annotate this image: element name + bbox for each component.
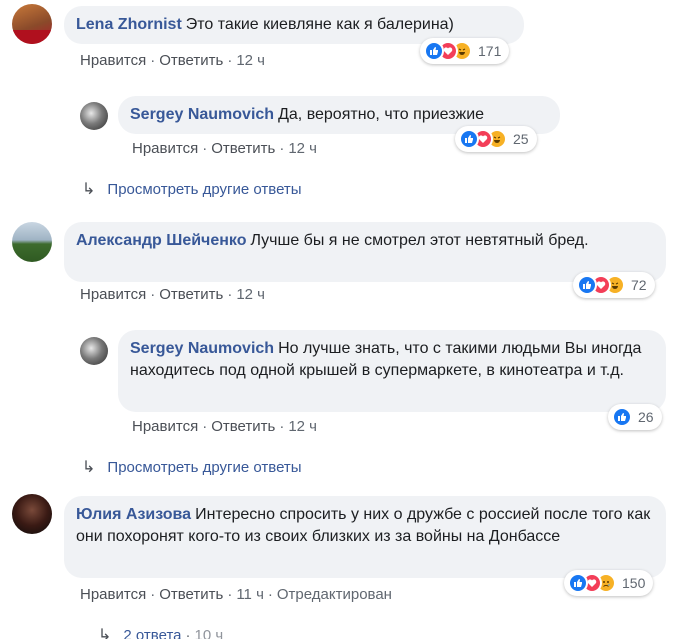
separator: · xyxy=(150,52,156,69)
separator: · xyxy=(202,418,208,435)
like-icon xyxy=(612,407,632,427)
reply-link[interactable]: Ответить xyxy=(159,52,223,69)
reply-arrow-icon: ↳ xyxy=(98,627,112,639)
replies-footer[interactable]: ↳ 2 ответа · 10 ч xyxy=(98,625,223,639)
reply-bubble: Sergey Naumovich Но лучше знать, что с та… xyxy=(118,330,666,412)
like-icon xyxy=(577,275,597,295)
timestamp[interactable]: 12 ч xyxy=(236,286,265,303)
timestamp[interactable]: 11 ч xyxy=(236,586,264,603)
reaction-count: 26 xyxy=(638,409,654,425)
separator: · xyxy=(279,418,285,435)
reaction-summary[interactable]: 171 xyxy=(420,38,510,64)
separator: · xyxy=(150,286,156,303)
separator: · xyxy=(267,586,273,603)
separator: · xyxy=(279,140,285,157)
like-link[interactable]: Нравится xyxy=(80,586,146,603)
like-icon xyxy=(424,41,444,61)
view-more-replies[interactable]: ↳ Просмотреть другие ответы xyxy=(82,179,302,199)
comment-author[interactable]: Александр Шейченко xyxy=(76,232,246,249)
view-more-replies-label: Просмотреть другие ответы xyxy=(107,181,302,198)
avatar-yulia-azizova[interactable] xyxy=(12,494,52,534)
reply-link[interactable]: Ответить xyxy=(159,286,223,303)
edited-label[interactable]: Отредактирован xyxy=(277,586,392,603)
timestamp[interactable]: 12 ч xyxy=(236,52,265,69)
avatar-sergey-naumovich[interactable] xyxy=(80,337,108,365)
reply-arrow-icon: ↳ xyxy=(82,181,96,198)
reaction-summary[interactable]: 25 xyxy=(455,126,537,152)
separator: · xyxy=(227,586,233,603)
comment-bubble: Александр Шейченко Лучше бы я не смотрел … xyxy=(64,222,666,282)
comment-author[interactable]: Lena Zhornist xyxy=(76,16,182,33)
comment-actions: Нравится · Ответить · 11 ч · Отредактирован xyxy=(80,586,392,603)
comment-actions: Нравится · Ответить · 12 ч xyxy=(132,418,317,435)
reaction-summary[interactable]: 150 xyxy=(564,570,654,596)
view-more-replies-label: Просмотреть другие ответы xyxy=(107,459,302,476)
separator: · xyxy=(150,586,156,603)
avatar-lena-zhornist[interactable] xyxy=(12,4,52,44)
reaction-summary[interactable]: 72 xyxy=(573,272,655,298)
timestamp[interactable]: 12 ч xyxy=(288,140,317,157)
comment-text: Лучше бы я не смотрел этот невтятный бре… xyxy=(250,232,589,249)
separator: · xyxy=(185,627,191,639)
comment-text: Да, вероятно, что приезжие xyxy=(278,106,485,123)
separator: · xyxy=(227,52,233,69)
timestamp[interactable]: 12 ч xyxy=(288,418,317,435)
comment-author[interactable]: Юлия Азизова xyxy=(76,506,191,523)
comment-author[interactable]: Sergey Naumovich xyxy=(130,340,274,357)
like-link[interactable]: Нравится xyxy=(132,418,198,435)
avatar-badge xyxy=(12,30,52,44)
separator: · xyxy=(202,140,208,157)
like-link[interactable]: Нравится xyxy=(80,52,146,69)
replies-count: 2 ответа xyxy=(123,627,182,639)
reaction-count: 72 xyxy=(631,277,647,293)
replies-time: 10 ч xyxy=(194,627,224,639)
like-link[interactable]: Нравится xyxy=(132,140,198,157)
avatar-aleksandr-sheychenko[interactable] xyxy=(12,222,52,262)
comment-text: Это такие киевляне как я балерина) xyxy=(185,16,454,33)
comment-author[interactable]: Sergey Naumovich xyxy=(130,106,274,123)
reply-link[interactable]: Ответить xyxy=(159,586,223,603)
comment-actions: Нравится · Ответить · 12 ч xyxy=(80,286,265,303)
comment-actions: Нравится · Ответить · 12 ч xyxy=(132,140,317,157)
reply-link[interactable]: Ответить xyxy=(211,418,275,435)
like-icon xyxy=(568,573,588,593)
comment-bubble: Юлия Азизова Интересно спросить у них о д… xyxy=(64,496,666,578)
avatar-sergey-naumovich[interactable] xyxy=(80,102,108,130)
view-more-replies[interactable]: ↳ Просмотреть другие ответы xyxy=(82,457,302,477)
comment-actions: Нравится · Ответить · 12 ч xyxy=(80,52,265,69)
reaction-summary[interactable]: 26 xyxy=(608,404,662,430)
reaction-count: 25 xyxy=(513,131,529,147)
separator: · xyxy=(227,286,233,303)
reply-arrow-icon: ↳ xyxy=(82,459,96,476)
reaction-count: 171 xyxy=(478,43,502,59)
reaction-count: 150 xyxy=(622,575,646,591)
like-icon xyxy=(459,129,479,149)
like-link[interactable]: Нравится xyxy=(80,286,146,303)
reply-link[interactable]: Ответить xyxy=(211,140,275,157)
